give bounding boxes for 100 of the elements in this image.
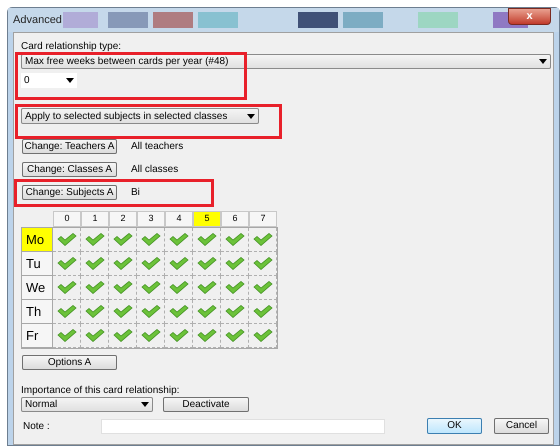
- grid-cell[interactable]: [193, 228, 221, 252]
- grid-cell[interactable]: [193, 276, 221, 300]
- grid-cell[interactable]: [81, 228, 109, 252]
- grid-cell[interactable]: [81, 300, 109, 324]
- filter-value: All teachers: [131, 140, 184, 154]
- caret-icon: [539, 59, 547, 64]
- dialog-button[interactable]: Cancel: [494, 418, 549, 434]
- change-button[interactable]: Change: Teachers A: [22, 139, 117, 154]
- checkmark-icon: [196, 305, 216, 318]
- grid-cell[interactable]: [193, 300, 221, 324]
- grid-cell[interactable]: [53, 300, 81, 324]
- grid-cell[interactable]: [53, 228, 81, 252]
- grid-cell[interactable]: [249, 276, 277, 300]
- caret-icon: [247, 114, 255, 118]
- checkmark-icon: [168, 233, 188, 246]
- change-button[interactable]: Change: Classes A: [22, 162, 117, 177]
- grid-cell[interactable]: [165, 276, 193, 300]
- checkmark-icon: [140, 281, 160, 294]
- checkmark-icon: [84, 281, 104, 294]
- column-header[interactable]: 7: [249, 211, 277, 227]
- checkmark-icon: [140, 305, 160, 318]
- column-header[interactable]: 0: [53, 211, 81, 227]
- checkmark-icon: [224, 329, 244, 342]
- grid-cell[interactable]: [221, 324, 249, 348]
- checkmark-icon: [252, 281, 272, 294]
- grid-cell[interactable]: [249, 252, 277, 276]
- filter-value: All classes: [131, 163, 178, 177]
- grid-cell[interactable]: [109, 252, 137, 276]
- checkmark-icon: [56, 329, 76, 342]
- grid-cell[interactable]: [109, 324, 137, 348]
- checkmark-icon: [252, 305, 272, 318]
- grid-cell[interactable]: [221, 300, 249, 324]
- caret-icon: [141, 402, 149, 407]
- grid-cell[interactable]: [249, 300, 277, 324]
- row-header[interactable]: We: [22, 276, 53, 300]
- deactivate-button[interactable]: Deactivate: [163, 397, 249, 412]
- importance-dropdown[interactable]: Normal: [21, 397, 153, 412]
- column-header[interactable]: 1: [81, 211, 109, 227]
- checkmark-icon: [56, 281, 76, 294]
- grid-cell[interactable]: [81, 252, 109, 276]
- grid-cell[interactable]: [109, 300, 137, 324]
- grid-cell[interactable]: [53, 324, 81, 348]
- grid-cell[interactable]: [193, 252, 221, 276]
- column-header[interactable]: 2: [109, 211, 137, 227]
- row-header[interactable]: Mo: [22, 228, 53, 252]
- checkmark-icon: [252, 329, 272, 342]
- note-field[interactable]: [101, 418, 385, 434]
- caret-icon: [66, 78, 74, 83]
- change-button[interactable]: Change: Subjects A: [22, 185, 117, 200]
- apply-dropdown[interactable]: Apply to selected subjects in selected classes: [21, 108, 259, 124]
- checkmark-icon: [112, 257, 132, 270]
- grid-cell[interactable]: [165, 252, 193, 276]
- grid-cell[interactable]: [193, 324, 221, 348]
- grid-cell[interactable]: [137, 300, 165, 324]
- grid-cell[interactable]: [137, 252, 165, 276]
- grid-cell[interactable]: [109, 276, 137, 300]
- grid-cell[interactable]: [81, 276, 109, 300]
- note-label: Note :: [23, 420, 51, 434]
- grid-cell[interactable]: [221, 252, 249, 276]
- row-header[interactable]: Fr: [22, 324, 53, 348]
- grid-cell[interactable]: [165, 300, 193, 324]
- grid-cell[interactable]: [53, 276, 81, 300]
- grid-cell[interactable]: [81, 324, 109, 348]
- checkmark-icon: [168, 257, 188, 270]
- row-header[interactable]: Th: [22, 300, 53, 324]
- value-dropdown[interactable]: 0: [21, 73, 77, 88]
- grid-cell[interactable]: [137, 228, 165, 252]
- checkmark-icon: [224, 257, 244, 270]
- dialog-button[interactable]: OK: [427, 418, 482, 434]
- checkmark-icon: [140, 257, 160, 270]
- checkmark-icon: [112, 329, 132, 342]
- grid-cell[interactable]: [53, 252, 81, 276]
- checkmark-icon: [84, 329, 104, 342]
- grid-cell[interactable]: [137, 324, 165, 348]
- checkmark-icon: [196, 281, 216, 294]
- column-header[interactable]: 4: [165, 211, 193, 227]
- grid-cell[interactable]: [221, 228, 249, 252]
- checkmark-icon: [112, 233, 132, 246]
- column-header[interactable]: 6: [221, 211, 249, 227]
- grid-cell[interactable]: [165, 324, 193, 348]
- checkmark-icon: [140, 233, 160, 246]
- grid-cell[interactable]: [249, 228, 277, 252]
- column-header[interactable]: 5: [193, 211, 221, 227]
- grid-cell[interactable]: [165, 228, 193, 252]
- checkmark-icon: [112, 305, 132, 318]
- checkmark-icon: [224, 305, 244, 318]
- row-header[interactable]: Tu: [22, 252, 53, 276]
- options-button[interactable]: Options A: [22, 355, 117, 370]
- grid-cell[interactable]: [249, 324, 277, 348]
- checkmark-icon: [56, 257, 76, 270]
- checkmark-icon: [84, 233, 104, 246]
- grid-cell[interactable]: [137, 276, 165, 300]
- grid-cell[interactable]: [109, 228, 137, 252]
- checkmark-icon: [168, 329, 188, 342]
- grid-cell[interactable]: [221, 276, 249, 300]
- window-title: Advanced: [13, 12, 62, 28]
- relationship-type-dropdown[interactable]: Max free weeks between cards per year (#48): [21, 54, 551, 69]
- checkmark-icon: [224, 233, 244, 246]
- column-header[interactable]: 3: [137, 211, 165, 227]
- field-label: Importance of this card relationship:: [21, 384, 180, 396]
